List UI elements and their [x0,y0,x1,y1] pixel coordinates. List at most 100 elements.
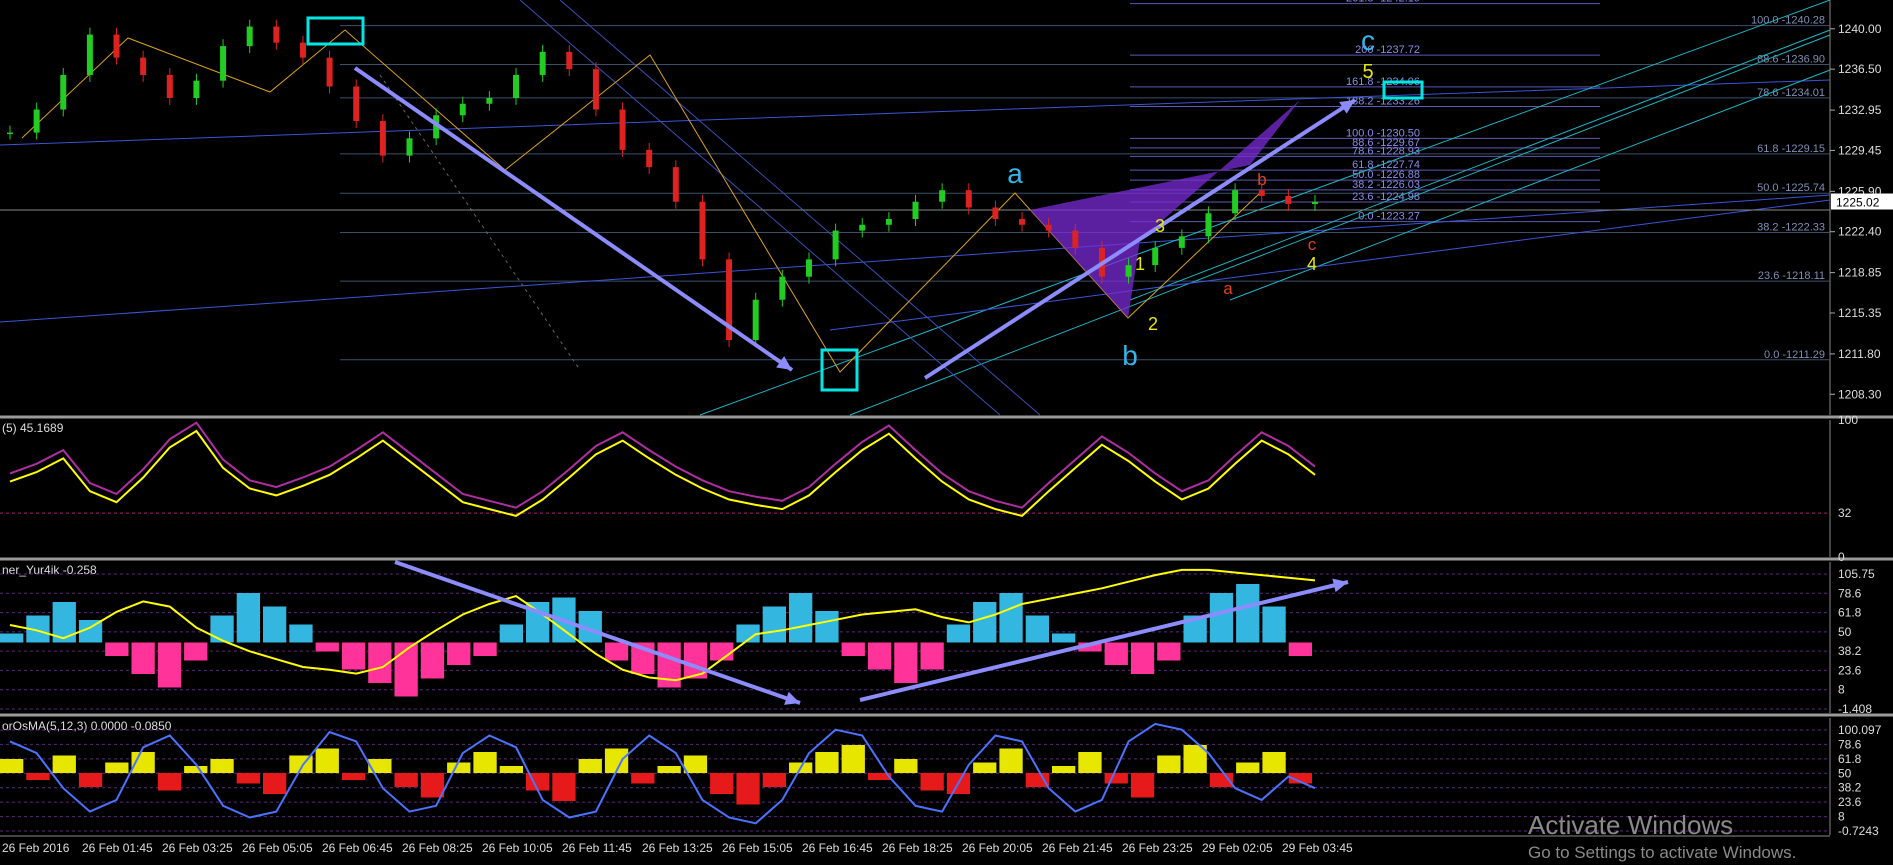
panel2-tick-label-0: 105.75 [1838,567,1875,581]
panel3-tick-label-3: 50 [1838,766,1852,780]
x-tick-label-8: 26 Feb 13:25 [642,841,713,855]
panel2-tick-label-2: 61.8 [1838,606,1862,620]
panel2-histogram-bar [946,624,971,643]
panel3-histogram-bar [1052,766,1076,773]
panel2-histogram-bar [263,606,287,643]
panel2-histogram-bar [1130,642,1155,674]
candle-body [353,86,360,122]
panel3-histogram-bar [999,748,1023,773]
wave-label-c: c [1361,25,1375,56]
panel2-histogram-bar [447,642,471,665]
candle-body [1072,230,1079,248]
wave-label-1: 1 [1135,254,1145,274]
panel1-label: (5) 45.1689 [2,421,64,435]
wave-label-b: b [1122,340,1138,371]
price-tick-label-7: 1215.35 [1838,306,1882,320]
panel2-histogram-bar [894,642,918,683]
x-tick-label-0: 26 Feb 2016 [2,841,70,855]
panel2-histogram-bar [815,611,839,643]
panel1-tick-label-1: 32 [1838,506,1852,520]
wave-label-a: a [1007,158,1023,189]
fib-ext-label-0: 261.8 -1242.19 [1346,0,1420,5]
panel2-histogram-bar [341,642,366,670]
panel3-histogram-bar [394,773,418,787]
panel2-histogram-bar [210,615,234,643]
panel3-histogram-bar [710,773,734,794]
panel3-histogram-bar [157,773,182,791]
candle-body [1178,236,1185,248]
panel3-tick-label-1: 78.6 [1838,737,1862,751]
panel3-histogram-bar [1236,762,1260,773]
panel3-tick-label-4: 38.2 [1838,781,1862,795]
panel2-tick-label-1: 78.6 [1838,586,1862,600]
panel1-tick-label-0: 100 [1838,413,1858,427]
price-tick-label-8: 1211.80 [1838,347,1881,361]
candle-body [539,51,546,75]
panel3-histogram-bar [657,766,681,773]
candle-body [379,121,386,156]
panel3-histogram-bar [1078,752,1102,773]
candle-body [939,190,946,202]
panel3-histogram-bar [762,773,786,787]
candle-body [699,201,706,260]
panel2-histogram-bar [762,606,786,643]
panel2-histogram-bar [710,642,734,661]
candle-body [1045,224,1052,231]
candle-body [1285,195,1292,205]
x-tick-label-14: 26 Feb 23:25 [1122,841,1193,855]
panel3-tick-label-0: 100.097 [1838,723,1882,737]
panel2-histogram-bar [867,642,892,670]
x-tick-label-15: 29 Feb 02:05 [1202,841,1273,855]
panel3-histogram-bar [236,773,260,784]
x-tick-label-2: 26 Feb 03:25 [162,841,233,855]
panel3-histogram-bar [368,759,392,773]
panel2-histogram-bar [1025,615,1049,643]
panel3-label: orOsMA(5,12,3) 0.0000 -0.0850 [2,719,172,733]
fib-level-label-7: 0.0 -1211.29 [1764,349,1825,361]
panel3-histogram-bar [420,773,445,798]
panel2-tick-label-6: 8 [1838,683,1845,697]
panel3-histogram-bar [841,745,865,773]
panel3-histogram-bar [26,773,50,780]
candle-body [33,109,40,133]
panel3-histogram-bar [341,773,366,780]
panel2-histogram-bar [1052,633,1076,643]
panel3-histogram-bar [263,773,287,794]
panel2-histogram-bar [184,642,208,661]
candle-body [859,224,866,231]
panel3-histogram-bar [736,773,760,805]
panel2-histogram-bar [920,642,944,670]
panel2-histogram-bar [289,624,313,643]
x-tick-label-4: 26 Feb 06:45 [322,841,393,855]
wave-label-4: 4 [1307,254,1317,274]
price-tick-label-6: 1218.85 [1838,266,1882,280]
price-tick-label-5: 1222.40 [1838,225,1882,239]
panel2-histogram-bar [973,602,997,643]
candle-body [1019,219,1026,225]
price-tick-label-1: 1236.50 [1838,62,1882,76]
panel2-tick-label-3: 50 [1838,625,1852,639]
activate-windows-subtitle: Go to Settings to activate Windows. [1528,843,1797,862]
panel2-histogram-bar [499,624,523,643]
panel2-histogram-bar [1104,642,1128,665]
panel2-tick-label-7: -1.408 [1838,702,1872,716]
panel2-histogram-bar [157,642,182,688]
panel3-tick-label-5: 23.6 [1838,795,1862,809]
x-tick-label-13: 26 Feb 21:45 [1042,841,1113,855]
x-tick-label-3: 26 Feb 05:05 [242,841,313,855]
panel3-histogram-bar [920,773,944,791]
panel3-histogram-bar [315,748,339,773]
background [0,0,1893,865]
fib-level-label-4: 50.0 -1225.74 [1757,182,1825,194]
candle-body [246,26,253,47]
candle-body [805,259,812,277]
panel2-histogram-bar [236,593,260,643]
x-tick-label-1: 26 Feb 01:45 [82,841,153,855]
panel3-histogram-bar [578,759,602,773]
x-tick-label-12: 26 Feb 20:05 [962,841,1033,855]
candle-body [220,46,227,81]
panel3-histogram-bar [447,762,471,773]
panel3-histogram-bar [815,752,839,773]
candle-body [1232,190,1239,214]
activate-windows-title: Activate Windows [1528,810,1734,840]
